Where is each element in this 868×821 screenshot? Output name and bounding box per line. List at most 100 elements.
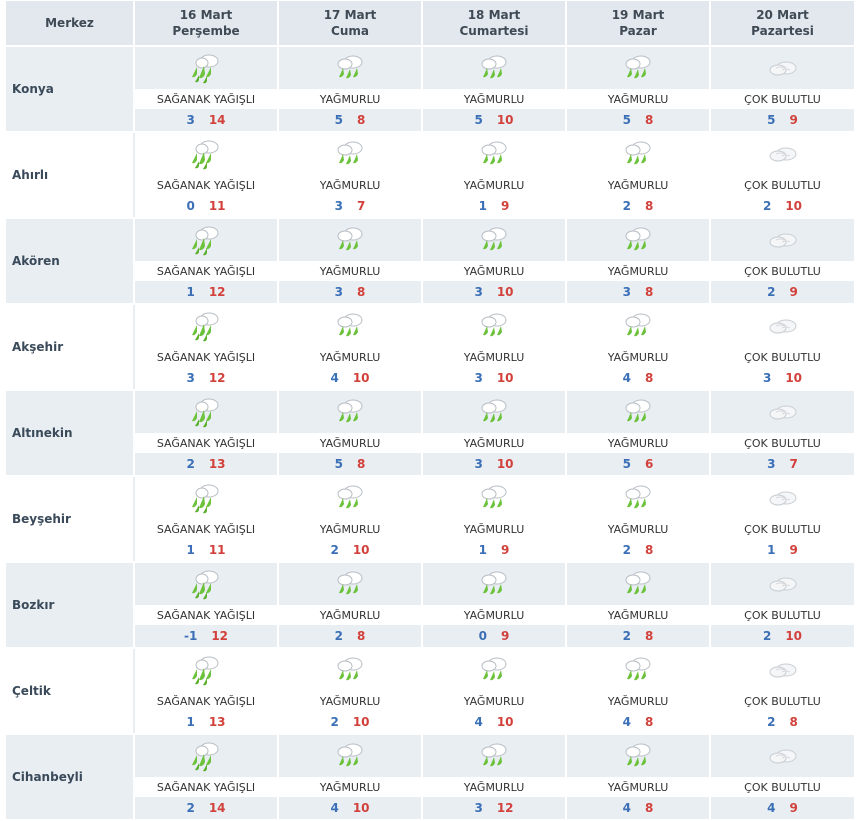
city-name: Akören xyxy=(6,219,135,303)
weather-icon-area xyxy=(279,477,421,519)
weather-icon-area xyxy=(423,563,565,605)
day-header: 16 Mart Perşembe xyxy=(135,1,279,45)
weather-description: YAĞMURLU xyxy=(279,261,421,281)
min-temp: 1 xyxy=(767,543,776,557)
forecast-cell: YAĞMURLU 0 9 xyxy=(423,563,567,647)
weather-description: YAĞMURLU xyxy=(423,605,565,625)
forecast-cell: ÇOK BULUTLU 2 10 xyxy=(711,133,854,217)
weather-icon-area xyxy=(711,563,854,605)
weather-description: SAĞANAK YAĞIŞLI xyxy=(135,519,277,539)
city-name: Ahırlı xyxy=(6,133,135,217)
forecast-cell: YAĞMURLU 5 10 xyxy=(423,47,567,131)
temperature-range: 3 10 xyxy=(423,367,565,389)
temperature-range: 3 12 xyxy=(135,367,277,389)
weather-description: ÇOK BULUTLU xyxy=(711,347,854,367)
weather-description: YAĞMURLU xyxy=(279,89,421,109)
forecast-cell: ÇOK BULUTLU 3 7 xyxy=(711,391,854,475)
min-temp: 3 xyxy=(622,285,631,299)
min-temp: 1 xyxy=(186,715,195,729)
min-temp: 4 xyxy=(622,715,631,729)
weather-description: SAĞANAK YAĞIŞLI xyxy=(135,691,277,711)
max-temp: 8 xyxy=(645,629,654,643)
weather-description: YAĞMURLU xyxy=(423,175,565,195)
temperature-range: 29 xyxy=(711,281,854,303)
rain-icon xyxy=(477,137,511,171)
forecast-cell: YAĞMURLU 3 10 xyxy=(423,305,567,389)
table-row: Çeltik SAĞANAK YAĞIŞLI 1 13 YAĞMURLU 2 10 YAĞMU… xyxy=(6,649,866,735)
city-name: Altınekin xyxy=(6,391,135,475)
heavy-rain-icon xyxy=(189,309,223,343)
temperature-range: 58 xyxy=(567,109,709,131)
rain-icon xyxy=(621,309,655,343)
forecast-cell: ÇOK BULUTLU 2 8 xyxy=(711,649,854,733)
max-temp: 10 xyxy=(785,199,803,213)
temperature-range: 49 xyxy=(711,797,854,819)
rain-icon xyxy=(477,395,511,429)
rain-icon xyxy=(477,309,511,343)
temperature-range: 28 xyxy=(567,195,709,217)
day-date: 18 Mart xyxy=(467,8,521,22)
min-temp: 2 xyxy=(330,543,339,557)
max-temp: 9 xyxy=(789,113,798,127)
max-temp: 6 xyxy=(645,457,654,471)
min-temp: 3 xyxy=(474,371,483,385)
weather-icon-area xyxy=(711,305,854,347)
rain-icon xyxy=(333,51,367,85)
weather-icon-area xyxy=(135,391,277,433)
weather-icon-area xyxy=(279,649,421,691)
heavy-rain-icon xyxy=(189,137,223,171)
weather-icon-area xyxy=(135,133,277,175)
temperature-range: 28 xyxy=(567,625,709,647)
temperature-range: 1 12 xyxy=(135,281,277,303)
forecast-cell: YAĞMURLU 4 10 xyxy=(279,305,423,389)
max-temp: 13 xyxy=(208,457,226,471)
cloud-icon xyxy=(766,744,800,768)
max-temp: 8 xyxy=(357,285,366,299)
weather-description: SAĞANAK YAĞIŞLI xyxy=(135,605,277,625)
max-temp: 14 xyxy=(208,801,226,815)
weather-icon-area xyxy=(711,477,854,519)
max-temp: 8 xyxy=(645,543,654,557)
weather-icon-area xyxy=(711,391,854,433)
forecast-cell: YAĞMURLU 3 7 xyxy=(279,133,423,217)
weather-icon-area xyxy=(567,47,709,89)
temperature-range: 2 10 xyxy=(279,539,421,561)
max-temp: 10 xyxy=(496,457,514,471)
heavy-rain-icon xyxy=(189,653,223,687)
city-name: Bozkır xyxy=(6,563,135,647)
min-temp: 1 xyxy=(186,543,195,557)
weather-description: ÇOK BULUTLU xyxy=(711,175,854,195)
max-temp: 9 xyxy=(501,199,510,213)
weather-icon-area xyxy=(423,133,565,175)
weather-description: YAĞMURLU xyxy=(567,261,709,281)
max-temp: 10 xyxy=(785,629,803,643)
forecast-cell: YAĞMURLU 2 8 xyxy=(567,477,711,561)
weather-description: SAĞANAK YAĞIŞLI xyxy=(135,89,277,109)
max-temp: 8 xyxy=(645,285,654,299)
weather-description: YAĞMURLU xyxy=(279,175,421,195)
weather-description: YAĞMURLU xyxy=(567,175,709,195)
forecast-cell: YAĞMURLU 1 9 xyxy=(423,477,567,561)
rain-icon xyxy=(621,51,655,85)
temperature-range: 58 xyxy=(279,109,421,131)
max-temp: 11 xyxy=(208,199,226,213)
weather-icon-area xyxy=(135,47,277,89)
day-weekday: Cumartesi xyxy=(459,24,529,38)
rain-icon xyxy=(477,481,511,515)
rain-icon xyxy=(621,567,655,601)
cloud-icon xyxy=(766,228,800,252)
max-temp: 12 xyxy=(208,285,226,299)
weather-icon-area xyxy=(567,219,709,261)
temperature-range: 48 xyxy=(567,367,709,389)
max-temp: 12 xyxy=(496,801,514,815)
min-temp: 2 xyxy=(186,457,195,471)
min-temp: 4 xyxy=(767,801,776,815)
max-temp: 8 xyxy=(645,801,654,815)
max-temp: 10 xyxy=(352,543,370,557)
max-temp: 10 xyxy=(496,113,514,127)
forecast-cell: YAĞMURLU 3 12 xyxy=(423,735,567,819)
max-temp: 7 xyxy=(789,457,798,471)
cloud-icon xyxy=(766,658,800,682)
max-temp: 7 xyxy=(357,199,366,213)
temperature-range: 2 10 xyxy=(711,195,854,217)
